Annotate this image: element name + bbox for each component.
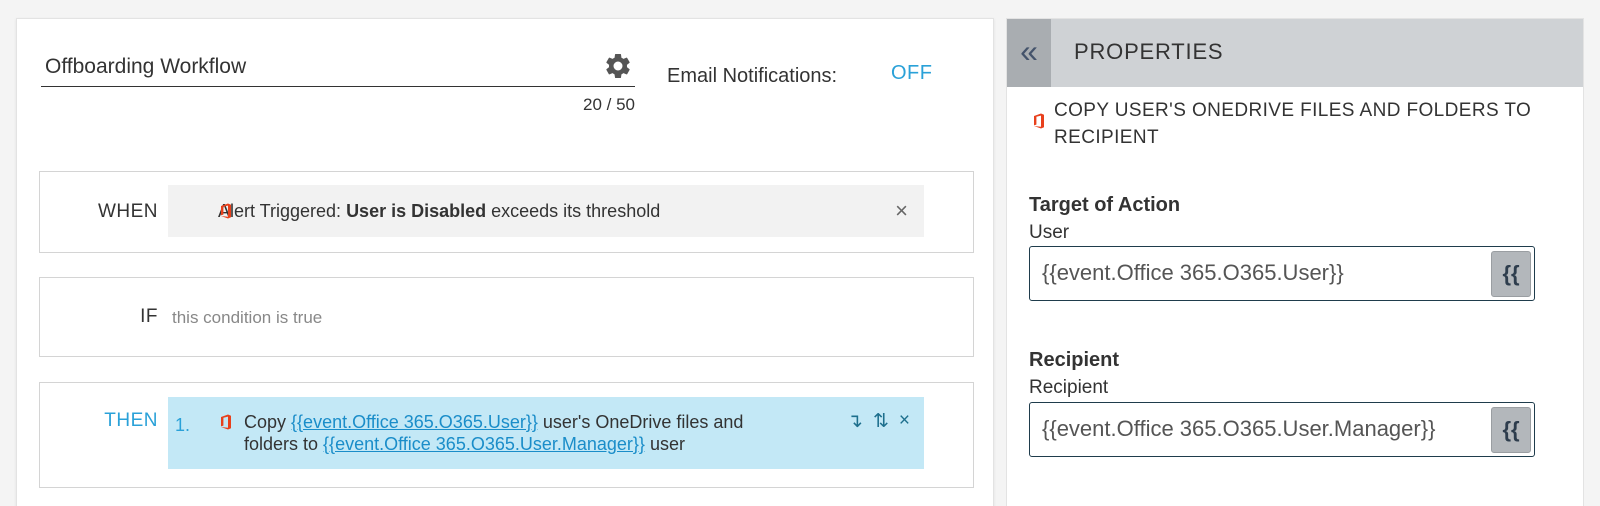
email-notifications-toggle[interactable]: OFF: [891, 62, 933, 85]
workflow-title-field: [41, 47, 635, 87]
if-section: IF this condition is true: [39, 277, 974, 357]
properties-title: PROPERTIES: [1074, 39, 1224, 64]
target-heading: Target of Action: [1029, 194, 1181, 216]
office365-icon: [221, 414, 231, 430]
selected-action-title: COPY USER'S ONEDRIVE FILES AND FOLDERS T…: [1054, 100, 1532, 148]
recipient-sublabel: Recipient: [1029, 377, 1109, 398]
action-text: Copy {{event.Office 365.O365.User}} user…: [244, 412, 744, 454]
insert-variable-button[interactable]: {{: [1491, 251, 1531, 297]
action-item[interactable]: 1. Copy {{event.Office 365.O365.User}} u…: [168, 397, 924, 469]
action-number: 1.: [175, 415, 191, 435]
gear-icon[interactable]: [603, 51, 633, 81]
if-label: IF: [140, 306, 158, 327]
user-variable-link[interactable]: {{event.Office 365.O365.User}}: [291, 412, 538, 432]
remove-trigger-icon[interactable]: ×: [895, 198, 908, 224]
office365-icon: [221, 203, 231, 219]
insert-variable-button[interactable]: {{: [1491, 407, 1531, 453]
recipient-heading: Recipient: [1029, 349, 1120, 371]
collapse-chevron-icon[interactable]: «: [1007, 19, 1051, 87]
recipient-field: {{: [1029, 402, 1535, 457]
workflow-title-input[interactable]: [41, 47, 561, 87]
then-section: THEN 1. Copy {{event.Office 365.O365.Use…: [39, 382, 974, 488]
properties-header: « PROPERTIES: [1007, 19, 1583, 87]
trigger-text: Alert Triggered: User is Disabled exceed…: [218, 200, 661, 221]
action-controls: ↴ ⇅ ×: [847, 410, 910, 433]
recipient-input[interactable]: [1030, 403, 1485, 455]
when-label: WHEN: [97, 201, 158, 222]
indent-arrow-icon[interactable]: ↴: [847, 410, 863, 433]
when-section: WHEN Alert Triggered: User is Disabled e…: [39, 171, 974, 253]
target-field: {{: [1029, 246, 1535, 301]
workflow-card: 20 / 50 Email Notifications: OFF WHEN Al…: [16, 18, 994, 506]
target-sublabel: User: [1029, 222, 1070, 243]
condition-placeholder[interactable]: this condition is true: [172, 308, 322, 328]
then-label: THEN: [104, 410, 158, 431]
title-char-counter: 20 / 50: [583, 95, 635, 114]
trigger-item[interactable]: Alert Triggered: User is Disabled exceed…: [168, 185, 924, 237]
reorder-arrows-icon[interactable]: ⇅: [873, 410, 889, 433]
office365-icon: [1034, 113, 1044, 129]
properties-panel: « PROPERTIES COPY USER'S ONEDRIVE FILES …: [1006, 18, 1584, 506]
manager-variable-link[interactable]: {{event.Office 365.O365.User.Manager}}: [323, 434, 645, 454]
target-input[interactable]: [1030, 247, 1485, 299]
email-notifications-label: Email Notifications:: [667, 65, 838, 87]
remove-action-icon[interactable]: ×: [899, 410, 910, 433]
